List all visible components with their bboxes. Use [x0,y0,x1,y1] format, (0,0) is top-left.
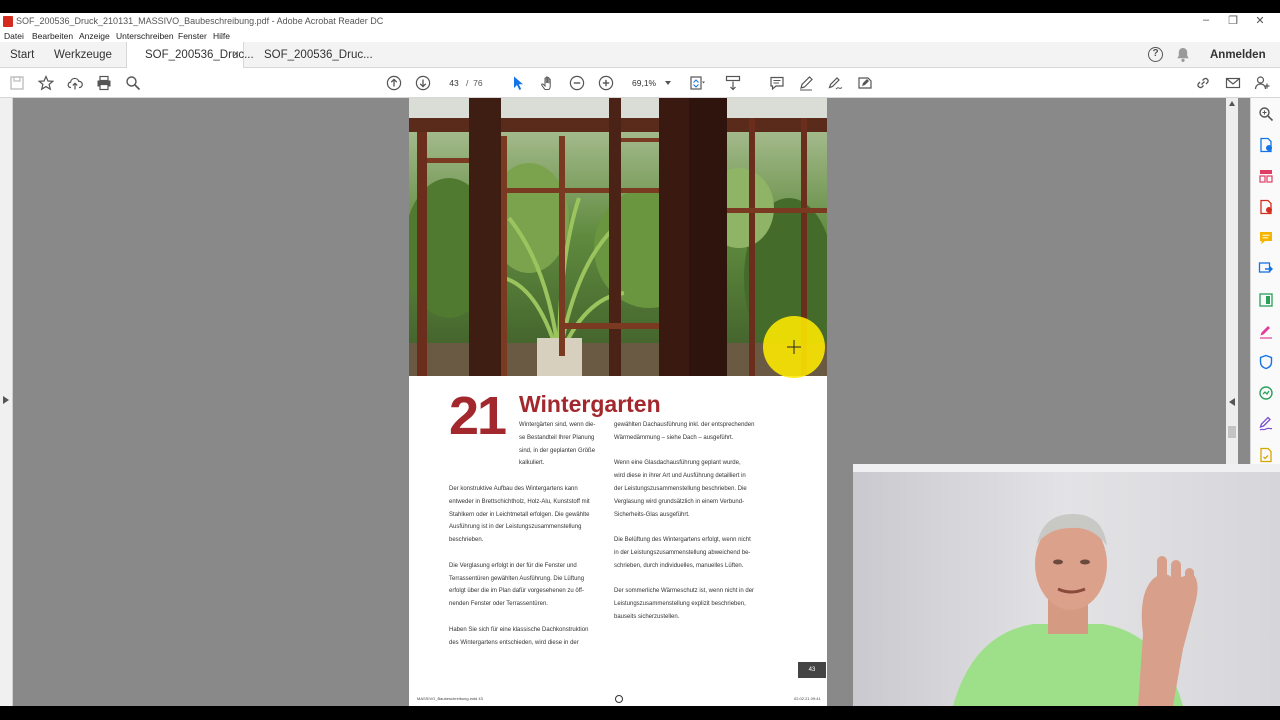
send-for-review-icon[interactable] [1258,261,1274,277]
vertical-scrollbar[interactable] [1226,98,1238,468]
hand-tool-icon[interactable] [540,75,556,91]
page-separator: / [466,78,469,88]
share-sign-icon[interactable] [857,75,873,91]
intro-paragraph: Wintergärten sind, wenn die- se Bestandt… [519,422,596,467]
tab-tools[interactable]: Werkzeuge [54,42,112,68]
letterbox-bottom [0,706,1280,720]
tab-bar: Start Werkzeuge SOF_200536_Druc... × SOF… [0,42,1280,69]
zoom-search-icon[interactable] [1258,106,1274,122]
page-count: / 76 [466,75,483,91]
scrollbar-thumb[interactable] [1228,426,1236,438]
create-pdf-icon[interactable] [1258,137,1274,153]
right-pane-collapse-icon[interactable] [1229,398,1235,406]
tab-start[interactable]: Start [10,42,34,68]
toolbar: 43 / 76 69,1% [0,68,1280,98]
zoom-level-select[interactable]: 69,1% [626,75,676,91]
scroll-up-icon[interactable] [1229,101,1235,106]
current-page-input[interactable]: 43 [442,75,466,91]
link-sign-icon[interactable] [1195,75,1211,91]
zoom-in-icon[interactable] [598,75,614,91]
tab-document-active[interactable]: SOF_200536_Druc... × [126,42,254,69]
zoom-level-value: 69,1% [632,78,657,88]
page-up-icon[interactable] [386,75,402,91]
star-icon[interactable] [38,75,54,91]
paragraph-construction: Der konstruktive Aufbau des Wintergarten… [449,485,590,544]
scroll-mode-icon[interactable] [725,75,741,91]
menu-file[interactable]: Datei [4,31,24,41]
zoom-out-icon[interactable] [569,75,585,91]
paragraph-glazing: Die Verglasung erfolgt in der für die Fe… [449,562,585,608]
acrobat-app-icon [3,16,13,27]
email-icon[interactable] [1225,75,1241,91]
user-add-icon[interactable] [1254,75,1270,91]
search-icon[interactable] [125,75,141,91]
organize-pages-icon[interactable] [1258,168,1274,184]
comment-tool-icon[interactable] [1258,230,1274,246]
request-signature-icon[interactable] [1258,416,1274,432]
text-column-left: Wintergärten sind, wenn die- se Bestandt… [449,419,604,662]
letterbox-top [0,0,1280,13]
print-icon[interactable] [96,75,112,91]
print-footer-left: MASSIVO_Baubeschreibung.indd 43 [417,696,483,701]
sign-in-button[interactable]: Anmelden [1210,42,1266,68]
menu-view[interactable]: Anzeige [79,31,110,41]
total-pages: 76 [473,78,483,88]
crosshair-cursor-icon [787,340,801,354]
page-number-badge: 43 [798,662,826,678]
tab-document-2[interactable]: SOF_200536_Druc... [264,42,373,68]
menu-bar: Datei Bearbeiten Anzeige Unterschreiben … [0,30,1280,42]
cloud-upload-icon[interactable] [67,75,83,91]
text-column-right: gewählten Dachausführung inkl. der entsp… [614,419,779,637]
optimize-pdf-icon[interactable] [1258,385,1274,401]
menu-sign[interactable]: Unterschreiben [116,31,174,41]
draw-sign-icon[interactable] [827,75,843,91]
left-pane-toggle[interactable] [0,98,13,706]
window-title: SOF_200536_Druck_210131_MASSIVO_Baubesch… [16,16,384,26]
menu-window[interactable]: Fenster [178,31,207,41]
menu-help[interactable]: Hilfe [213,31,230,41]
chapter-title: Wintergarten [519,391,661,417]
paragraph-glass-roof: Wenn eine Glasdachausführung geplant wur… [614,460,747,518]
certificate-icon[interactable] [1258,447,1274,463]
webcam-presenter-video [853,464,1280,706]
export-pdf-icon[interactable] [1258,199,1274,215]
pdf-page[interactable]: 21 Wintergarten Wintergärten sind, wenn … [409,98,827,706]
print-footer-right: 02.02.21 09:41 [794,696,821,701]
chevron-right-icon [3,396,9,404]
select-cursor-icon[interactable] [510,75,526,91]
protect-shield-icon[interactable] [1258,354,1274,370]
highlight-pen-icon[interactable] [798,75,814,91]
menu-edit[interactable]: Bearbeiten [32,31,73,41]
page-fit-icon[interactable] [689,75,705,91]
help-icon[interactable]: ? [1148,47,1163,62]
page-down-icon[interactable] [415,75,431,91]
paragraph-heat-protection: Der sommerliche Wärmeschutz ist, wenn ni… [614,588,755,620]
save-icon[interactable] [9,75,25,91]
paragraph-ventilation: Die Belüftung des Wintergartens erfolgt,… [614,537,751,569]
screen: SOF_200536_Druck_210131_MASSIVO_Baubesch… [0,0,1280,720]
paragraph-roof: Haben Sie sich für eine klassische Dachk… [449,626,589,646]
fill-sign-icon[interactable] [1258,323,1274,339]
comment-icon[interactable] [769,75,785,91]
title-bar: SOF_200536_Druck_210131_MASSIVO_Baubesch… [0,13,1280,30]
tab-close-icon[interactable]: × [233,42,239,68]
paragraph-roof-cont: gewählten Dachausführung inkl. der entsp… [614,422,755,441]
bell-icon[interactable] [1176,47,1190,63]
close-window-button[interactable]: ✕ [1240,14,1280,27]
edit-pdf-icon[interactable] [1258,292,1274,308]
chevron-down-icon [665,81,671,85]
registration-mark-icon [615,695,623,703]
